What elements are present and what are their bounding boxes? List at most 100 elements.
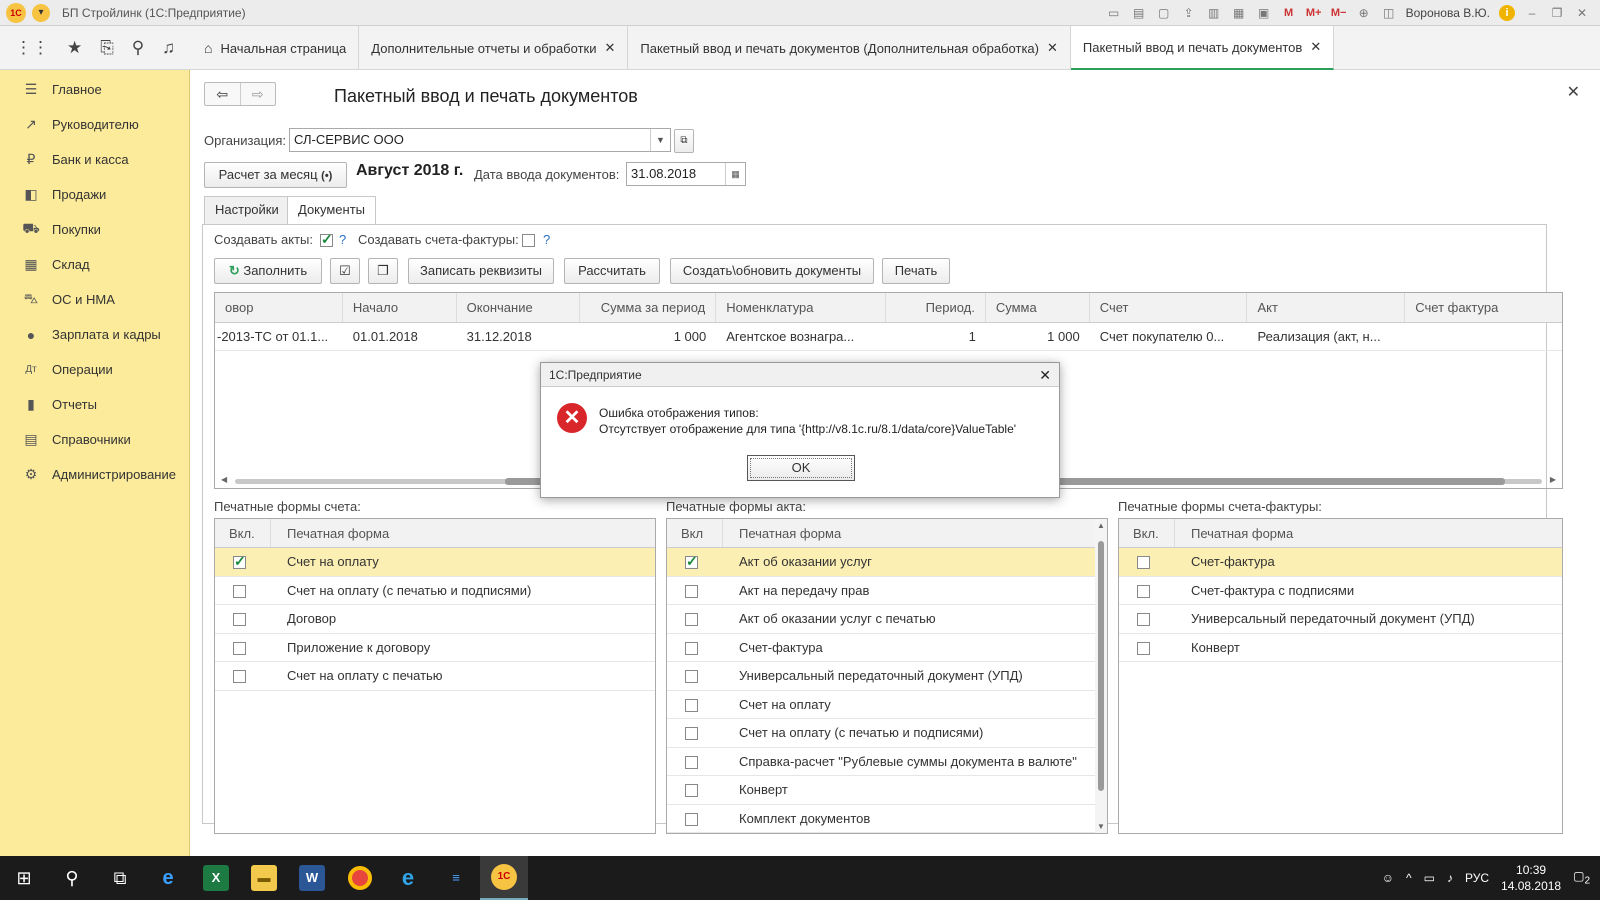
list-item[interactable]: Конверт [1119,634,1562,662]
bell-icon[interactable]: ♫ [162,38,175,58]
enabled-checkbox[interactable] [1137,641,1150,655]
enabled-checkbox[interactable] [685,613,698,627]
network-icon[interactable]: ▭ [1424,871,1435,885]
sidebar-item-sales[interactable]: ◧ Продажи [0,177,189,212]
list-item[interactable]: Счет на оплату (с печатью и подписями) [215,577,655,605]
memory-plus-icon[interactable]: M+ [1306,5,1322,21]
chevron-up-icon[interactable]: ^ [1406,871,1412,885]
col-sum[interactable]: Сумма [986,293,1090,322]
list-item[interactable]: Счет на оплату с печатью [215,662,655,691]
sidebar-item-references[interactable]: ▤ Справочники [0,422,189,457]
main-menu-icon[interactable]: ▾ [32,3,50,22]
list-item[interactable]: Универсальный передаточный документ (УПД… [667,662,1095,691]
close-tab-icon[interactable]: ✕ [1310,39,1321,55]
notifications-icon[interactable]: ▢2 [1573,869,1590,886]
ie-icon[interactable]: e [384,856,432,900]
scroll-right-icon[interactable]: ▶ [1550,475,1556,484]
scroll-down-icon[interactable]: ▼ [1097,822,1105,831]
sidebar-item-bank[interactable]: ₽ Банк и касса [0,142,189,177]
forward-arrow-icon[interactable]: ⇨ [239,83,276,105]
upload-icon[interactable]: ⇪ [1181,5,1197,21]
col-form[interactable]: Печатная форма [1175,519,1293,547]
calendar-icon[interactable]: ▣ [1256,5,1272,21]
help-question-icon[interactable]: ? [339,232,346,247]
minimize-icon[interactable]: – [1524,5,1540,21]
list-item[interactable]: Приложение к договору [215,634,655,662]
col-contract[interactable]: овор [215,293,343,322]
list-item[interactable]: Счет-фактура с подписями [1119,577,1562,605]
col-start[interactable]: Начало [343,293,457,322]
sidebar-item-warehouse[interactable]: ▦ Склад [0,247,189,282]
table-row[interactable]: -2013-ТС от 01.1... 01.01.2018 31.12.201… [215,323,1562,351]
print-icon[interactable]: ▤ [1131,5,1147,21]
list-item[interactable]: Счет на оплату [667,691,1095,719]
close-dialog-icon[interactable]: ✕ [1039,363,1051,387]
create-acts-checkbox[interactable] [320,231,333,248]
memory-m-icon[interactable]: M [1281,5,1297,21]
enabled-checkbox[interactable] [685,784,698,798]
col-end[interactable]: Окончание [457,293,581,322]
tab-settings[interactable]: Настройки [204,196,290,224]
search-icon[interactable]: ⚲ [132,38,144,58]
sidebar-item-main[interactable]: ☰ Главное [0,72,189,107]
list-item[interactable]: Универсальный передаточный документ (УПД… [1119,605,1562,634]
chevron-down-icon[interactable]: ▼ [650,129,670,151]
close-window-icon[interactable]: ✕ [1574,5,1590,21]
calc-month-button[interactable]: Расчет за месяц (•) [204,162,347,188]
clipboard-icon[interactable]: ▥ [1206,5,1222,21]
sidebar-item-reports[interactable]: ▮ Отчеты [0,387,189,422]
enabled-checkbox[interactable] [685,698,698,712]
list-item[interactable]: Договор [215,605,655,634]
enabled-checkbox[interactable] [233,670,246,684]
scroll-thumb[interactable] [1098,541,1104,791]
list-item[interactable]: Счет-фактура [1119,548,1562,577]
date-field[interactable]: 31.08.2018 ▦ [626,162,746,186]
list-item[interactable]: Счет-фактура [667,634,1095,662]
col-invoice[interactable]: Счет [1090,293,1248,322]
close-tab-icon[interactable]: ✕ [604,40,615,56]
zoom-icon[interactable]: ⊕ [1356,5,1372,21]
col-act[interactable]: Акт [1247,293,1406,322]
enabled-checkbox[interactable] [1137,613,1150,627]
help-icon[interactable]: i [1499,4,1515,21]
close-tab-icon[interactable]: ✕ [1047,40,1058,56]
file-explorer-icon[interactable]: ▬ [240,856,288,900]
col-nomenclature[interactable]: Номенклатура [716,293,886,322]
task-view-icon[interactable]: ⧉ [96,856,144,900]
copy-icon[interactable]: ❐ [368,258,398,284]
vat-invoice-forms-table[interactable]: Вкл. Печатная форма Счет-фактура Счет-фа… [1118,518,1563,834]
windows-start-icon[interactable]: ⊞ [0,856,48,900]
fill-button[interactable]: ↻ Заполнить [214,258,322,284]
preview-icon[interactable]: ▢ [1156,5,1172,21]
org-field[interactable]: СЛ-СЕРВИС ООО ▼ [289,128,671,152]
help-question-icon[interactable]: ? [543,232,550,247]
panels-icon[interactable]: ◫ [1381,5,1397,21]
col-enabled[interactable]: Вкл [667,519,723,547]
col-enabled[interactable]: Вкл. [1119,519,1175,547]
enabled-checkbox[interactable] [233,641,246,655]
language-indicator[interactable]: РУС [1465,871,1489,885]
onec-taskbar-icon[interactable]: 1С [480,856,528,900]
list-item[interactable]: Акт об оказании услуг с печатью [667,605,1095,634]
scroll-left-icon[interactable]: ◀ [221,475,227,484]
list-item[interactable]: Справка-расчет "Рублевые суммы документа… [667,748,1095,776]
list-item[interactable]: Акт об оказании услуг [667,548,1095,577]
create-update-button[interactable]: Создать\обновить документы [670,258,874,284]
enabled-checkbox[interactable] [685,727,698,741]
calendar-icon[interactable]: ▦ [725,163,745,185]
list-item[interactable]: Комплект документов [667,805,1095,833]
list-item[interactable]: Счет на оплату [215,548,655,577]
enabled-checkbox[interactable] [233,553,246,570]
sidebar-item-manager[interactable]: ↗ Руководителю [0,107,189,142]
enabled-checkbox[interactable] [1137,556,1150,570]
enabled-checkbox[interactable] [233,584,246,598]
enabled-checkbox[interactable] [685,670,698,684]
create-invoices-checkbox[interactable] [522,234,535,247]
chrome-icon[interactable] [336,856,384,900]
save-icon[interactable]: ▭ [1106,5,1122,21]
memory-minus-icon[interactable]: M− [1331,5,1347,21]
clock[interactable]: 10:39 14.08.2018 [1501,862,1561,894]
enabled-checkbox[interactable] [685,812,698,826]
excel-icon[interactable]: X [192,856,240,900]
ok-button[interactable]: OK [747,455,855,481]
